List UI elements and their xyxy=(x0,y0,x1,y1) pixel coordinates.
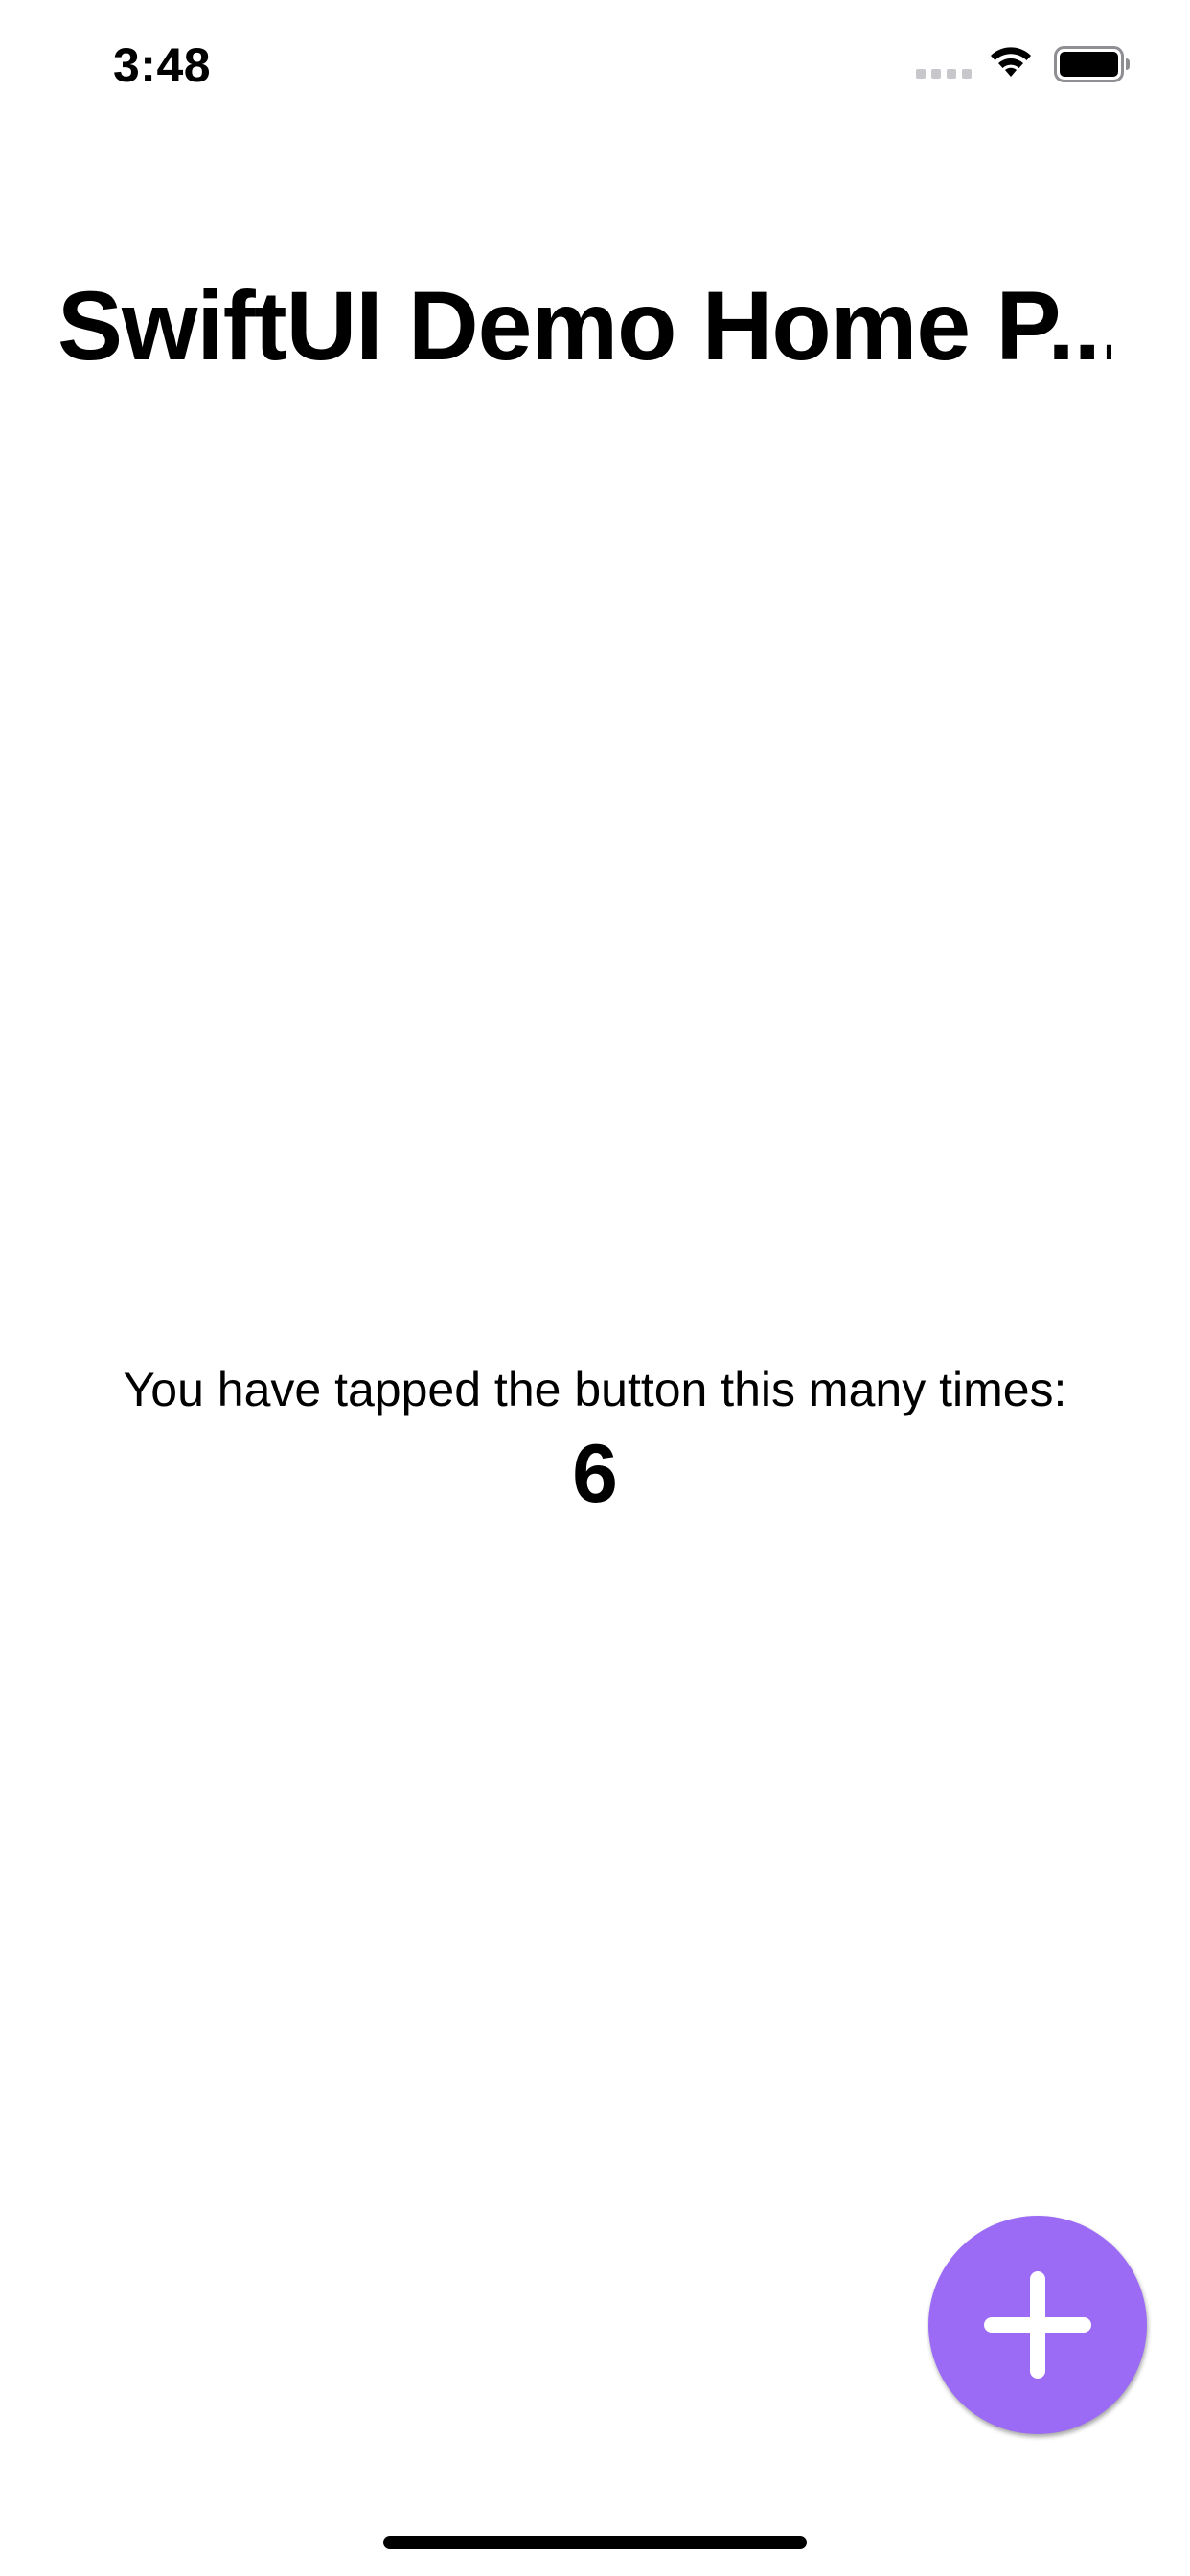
increment-button[interactable] xyxy=(928,2216,1147,2434)
signal-icon xyxy=(916,69,972,79)
wifi-icon xyxy=(991,47,1031,77)
status-time: 3:48 xyxy=(113,38,212,92)
battery-icon xyxy=(1054,46,1130,82)
status-bar: 3:48 xyxy=(0,0,1190,126)
plus-icon xyxy=(984,2271,1091,2379)
counter-value: 6 xyxy=(572,1428,618,1520)
counter-label: You have tapped the button this many tim… xyxy=(123,1363,1067,1416)
home-indicator[interactable] xyxy=(383,2536,807,2549)
page-title: SwiftUI Demo Home P... xyxy=(57,271,1111,380)
